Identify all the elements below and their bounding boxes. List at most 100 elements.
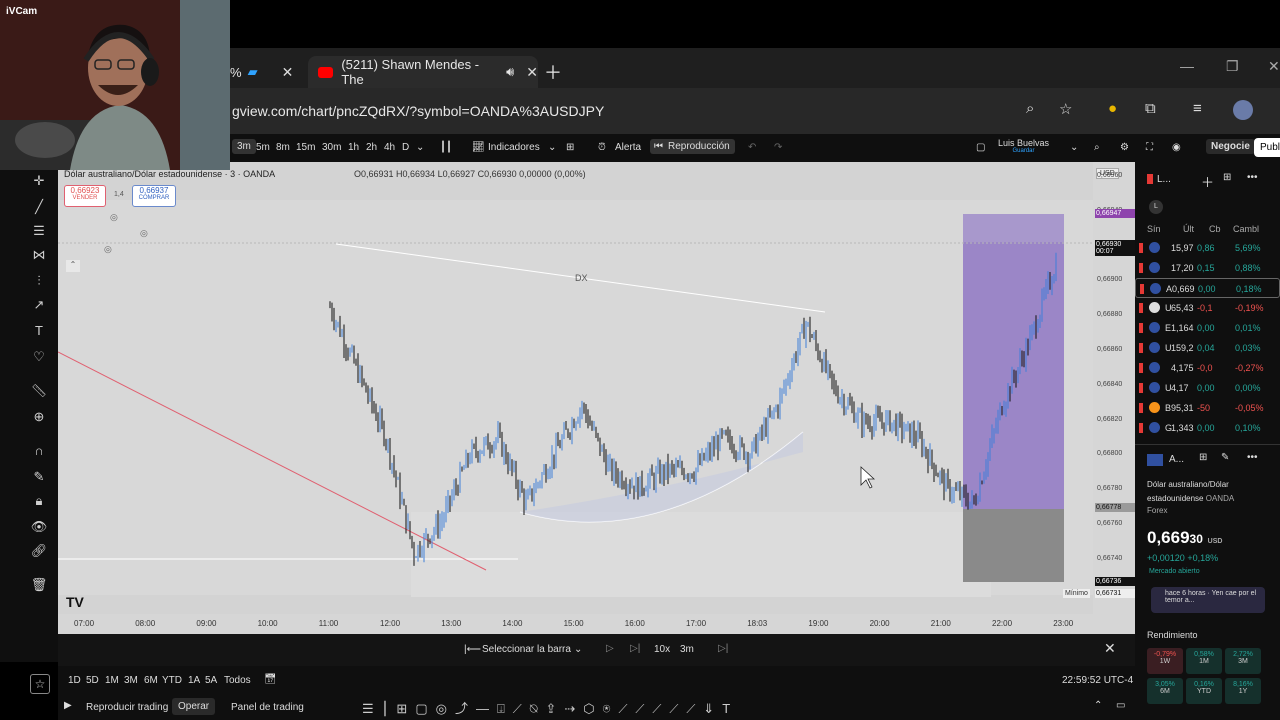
crosshair-icon[interactable]: ✛ <box>30 172 48 190</box>
range-button-todos[interactable]: Todos <box>224 675 251 686</box>
ruler-icon[interactable]: 📏︎ <box>30 382 48 400</box>
buy-button[interactable]: 0,66937 COMPRAR <box>132 185 176 207</box>
collapse-legend-icon[interactable]: ⌃ <box>66 260 80 272</box>
trash-icon[interactable]: 🗑︎ <box>30 576 48 594</box>
undo-icon[interactable]: ↶ <box>748 142 756 153</box>
symbol-title[interactable]: Dólar australiano/Dólar estadounidense ·… <box>64 169 275 179</box>
grid-icon[interactable]: ⊞ <box>1199 452 1207 463</box>
perf-cell-6m[interactable]: 3,05% 6M <box>1147 678 1183 704</box>
media-control-icon[interactable]: ≡ <box>1193 100 1202 117</box>
play-icon[interactable]: ▷ <box>606 643 614 654</box>
col-symbol[interactable]: Sín <box>1147 224 1161 234</box>
browser-tab-tradingview[interactable]: % ▰ ✕ <box>230 56 293 88</box>
interval-30m[interactable]: 30m <box>322 142 341 153</box>
chart-area[interactable]: DX Dólar australiano/Dólar estadounidens… <box>58 162 1135 634</box>
chevron-down-icon[interactable]: ⌄ <box>548 142 556 153</box>
watchlist-row[interactable]: G 1,343 0,00 0,10% <box>1135 418 1280 438</box>
range-button-3m[interactable]: 3M <box>124 675 138 686</box>
settings-icon[interactable]: ⚙ <box>1120 142 1129 153</box>
step-forward-icon[interactable]: ▷| <box>630 643 640 654</box>
range-button-1a[interactable]: 1A <box>188 675 200 686</box>
speed-button[interactable]: 10x <box>654 644 670 655</box>
trading-panel-tab[interactable]: Panel de trading <box>231 702 304 713</box>
favorites-icon[interactable]: ♡ <box>30 348 48 366</box>
range-button-6m[interactable]: 6M <box>144 675 158 686</box>
restore-icon[interactable]: ❐ <box>1226 58 1239 75</box>
chevron-down-icon[interactable]: ⌄ <box>1070 142 1078 153</box>
layout-grid-icon[interactable]: ⊞ <box>1223 172 1231 183</box>
magnet-icon[interactable]: ∩ <box>30 442 48 460</box>
publish-button[interactable]: Publica <box>1254 138 1280 157</box>
price-axis[interactable]: USD 0,669600,669400,669200,669000,668800… <box>1063 162 1135 634</box>
detail-header[interactable]: A... <box>1169 454 1184 465</box>
user-menu[interactable]: Luis Buelvas Guardar <box>998 138 1049 154</box>
replay-trading-tab[interactable]: Reproducir trading <box>86 702 168 713</box>
close-tab-icon[interactable]: ✕ <box>282 64 294 81</box>
col-change[interactable]: Cb <box>1209 224 1221 234</box>
watchlist-row[interactable]: A 0,669 0,00 0,18% <box>1135 278 1280 298</box>
url-field[interactable]: gview.com/chart/pncZQdRX/?symbol=OANDA%3… <box>232 103 604 119</box>
text-icon[interactable]: T <box>30 322 48 340</box>
watchlist-row[interactable]: U 159,2 0,04 0,03% <box>1135 338 1280 358</box>
watchlist-row[interactable]: U 65,43 -0,1 -0,19% <box>1135 298 1280 318</box>
position-loss-zone[interactable] <box>963 509 1064 582</box>
range-button-ytd[interactable]: YTD <box>162 675 182 686</box>
redo-icon[interactable]: ↷ <box>774 142 782 153</box>
replay-button[interactable]: ⏮ Reproducción <box>650 139 735 154</box>
link-icon[interactable]: 🔗︎ <box>30 542 48 560</box>
watchlist-row[interactable]: U 4,17 0,00 0,00% <box>1135 378 1280 398</box>
indicators-button[interactable]: Indicadores <box>488 142 540 153</box>
position-profit-zone[interactable] <box>963 214 1064 509</box>
visibility-icon-3[interactable]: ◎ <box>104 244 112 255</box>
trendline-icon[interactable]: ╱ <box>30 198 48 216</box>
interval-d[interactable]: D <box>402 142 409 153</box>
drawing-toolbar[interactable]: ☰⎮⊞▢◎⤴—⍗⟋⍉⇪⇢⬡⍟⟋⟋⟋⟋⟋⇓T <box>362 698 738 717</box>
window-close-icon[interactable]: ✕ <box>1268 58 1280 75</box>
operate-button[interactable]: Operar <box>172 698 216 715</box>
pencil-lock-icon[interactable]: ✎ <box>30 468 48 486</box>
range-button-5a[interactable]: 5A <box>205 675 217 686</box>
interval-4h[interactable]: 4h <box>384 142 395 153</box>
close-tab-icon[interactable]: ✕ <box>526 64 538 81</box>
zoom-icon[interactable]: ⌕ <box>1026 100 1034 117</box>
interval-1h[interactable]: 1h <box>348 142 359 153</box>
watchlist-row[interactable]: 15,97 0,86 5,69% <box>1135 238 1280 258</box>
interval-8m[interactable]: 8m <box>276 142 290 153</box>
templates-icon[interactable]: ⊞ <box>566 142 574 153</box>
more-icon[interactable]: ••• <box>1247 452 1258 463</box>
layout-icon[interactable]: ▢ <box>976 142 985 153</box>
perf-cell-ytd[interactable]: 0,16% YTD <box>1186 678 1222 704</box>
watchlist-row[interactable]: B 95,31 -50 -0,05% <box>1135 398 1280 418</box>
star-icon[interactable]: ☆ <box>30 674 50 694</box>
search-icon[interactable]: ⌕ <box>1094 142 1100 153</box>
brush-icon[interactable]: ↗ <box>30 296 48 314</box>
fib-icon[interactable]: ☰ <box>30 222 48 240</box>
fullscreen-icon[interactable]: ⛶ <box>1146 142 1153 153</box>
lock-icon[interactable]: 🔒︎ <box>30 492 48 510</box>
extensions-icon[interactable]: ⧉ <box>1145 100 1156 117</box>
watchlist-row[interactable]: E 1,164 0,00 0,01% <box>1135 318 1280 338</box>
bookmark-star-icon[interactable]: ☆ <box>1059 100 1072 118</box>
replay-interval-button[interactable]: 3m <box>680 644 694 655</box>
interval-5m[interactable]: 5m <box>256 142 270 153</box>
perf-cell-1m[interactable]: 0,58% 1M <box>1186 648 1222 674</box>
date-range-icon[interactable]: 📅︎ <box>264 674 277 685</box>
more-icon[interactable]: ••• <box>1247 172 1258 183</box>
select-bar-button[interactable]: Seleccionar la barra <box>482 644 571 655</box>
zoom-in-icon[interactable]: ⊕ <box>30 408 48 426</box>
interval-2h[interactable]: 2h <box>366 142 377 153</box>
perf-cell-1w[interactable]: -0,79% 1W <box>1147 648 1183 674</box>
close-replay-icon[interactable]: ✕ <box>1104 640 1116 657</box>
chevron-down-icon[interactable]: ⌄ <box>574 644 582 655</box>
watchlist-row[interactable]: 17,20 0,15 0,88% <box>1135 258 1280 278</box>
news-card[interactable]: hace 6 horas · Yen cae por el temor a... <box>1151 587 1265 613</box>
new-tab-button[interactable]: ＋ <box>544 56 562 88</box>
extension-color-icon[interactable]: ● <box>1108 100 1117 117</box>
pattern-icon[interactable]: ⋈ <box>30 246 48 264</box>
forecast-icon[interactable]: ⫶ <box>30 272 48 290</box>
eye-icon[interactable]: 👁︎ <box>30 518 48 536</box>
range-button-1m[interactable]: 1M <box>105 675 119 686</box>
browser-tab-youtube[interactable]: (5211) Shawn Mendes - The 🔊︎ ✕ <box>308 56 538 88</box>
speaker-icon[interactable]: 🔊︎ <box>506 64 514 80</box>
watchlist-title[interactable]: L... <box>1157 174 1171 185</box>
